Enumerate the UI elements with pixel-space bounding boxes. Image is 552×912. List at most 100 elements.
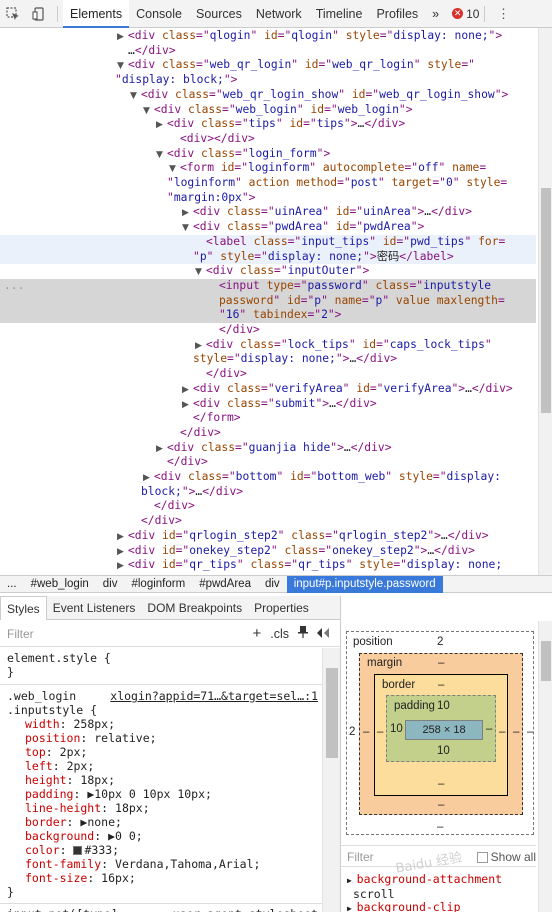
- property-value[interactable]: 2px;: [60, 745, 88, 759]
- computed-scrollbar[interactable]: [538, 621, 552, 912]
- property-name[interactable]: color: [25, 843, 60, 857]
- property-value[interactable]: 258px;: [73, 717, 115, 731]
- collapse-arrow-icon[interactable]: ▶: [195, 339, 206, 354]
- menu-icon[interactable]: ⋮: [490, 0, 516, 28]
- style-property[interactable]: width: 258px;: [25, 717, 115, 731]
- dom-tree-scrollbar[interactable]: [538, 28, 552, 575]
- expand-arrow-icon[interactable]: ▼: [169, 162, 180, 177]
- collapse-arrow-icon[interactable]: ▶: [117, 545, 128, 560]
- dom-node-line[interactable]: ▶ <div id="qrlogin_step2" class="qrlogin_…: [0, 529, 536, 545]
- error-counter[interactable]: ✕ 10: [452, 7, 479, 21]
- property-name[interactable]: border: [25, 815, 67, 829]
- border-top[interactable]: –: [438, 679, 444, 691]
- dom-node-line[interactable]: </div>: [0, 514, 536, 529]
- dom-node-line[interactable]: ▼ <form id="loginform" autocomplete="off"…: [0, 161, 536, 177]
- expand-arrow-icon[interactable]: ▼: [195, 265, 206, 280]
- dom-node-line[interactable]: "display: block;">: [0, 73, 536, 88]
- property-value[interactable]: ▶10px 0 10px 10px;: [87, 787, 212, 801]
- expand-arrow-icon[interactable]: ▶: [347, 904, 357, 912]
- styles-scrollbar[interactable]: [322, 648, 340, 912]
- padding-bottom[interactable]: 10: [437, 745, 450, 757]
- style-property[interactable]: position: relative;: [25, 731, 157, 745]
- padding-right[interactable]: –: [486, 723, 492, 735]
- property-value[interactable]: Verdana,Tahoma,Arial;: [115, 857, 260, 871]
- dom-node-line[interactable]: …</div>: [0, 44, 536, 59]
- style-property[interactable]: top: 2px;: [25, 745, 87, 759]
- border-right[interactable]: –: [499, 726, 505, 738]
- dom-node-line[interactable]: ▼ <div class="inputOuter">: [0, 264, 536, 280]
- breadcrumb-item[interactable]: div: [96, 578, 125, 590]
- dom-node-line[interactable]: </div>: [0, 426, 536, 441]
- expand-arrow-icon[interactable]: ▶: [347, 876, 357, 885]
- dom-node-line[interactable]: ▼ <div class="web_qr_login_show" id="web_…: [0, 88, 536, 104]
- property-name[interactable]: height: [25, 773, 67, 787]
- dom-node-line[interactable]: ▶ <div class="submit">…</div>: [0, 397, 536, 413]
- collapse-arrow-icon[interactable]: ▶: [117, 30, 128, 45]
- border-bottom[interactable]: –: [438, 778, 444, 790]
- dom-node-line[interactable]: ▼ <div class="login_form">: [0, 147, 536, 163]
- expand-arrow-icon[interactable]: ▼: [117, 59, 128, 74]
- breadcrumb-item[interactable]: #pwdArea: [192, 578, 258, 590]
- collapse-arrow-icon[interactable]: ▶: [182, 398, 193, 413]
- property-value[interactable]: 18px;: [115, 801, 150, 815]
- property-name[interactable]: padding: [25, 787, 73, 801]
- collapse-arrow-icon[interactable]: ▶: [182, 383, 193, 398]
- position-top[interactable]: 2: [437, 636, 443, 648]
- margin-left[interactable]: –: [363, 726, 369, 738]
- dom-node-line[interactable]: ▶ <div class="tips" id="tips">…</div>: [0, 117, 536, 133]
- dom-node-line[interactable]: style="display: none;">…</div>: [0, 352, 536, 367]
- dom-node-line[interactable]: "loginform" action method="post" target=…: [0, 176, 536, 191]
- styles-filter-input[interactable]: Filter: [7, 627, 252, 641]
- margin-top[interactable]: –: [438, 657, 444, 669]
- class-toggle-button[interactable]: .cls: [270, 627, 289, 641]
- dom-node-line[interactable]: <label class="input_tips" id="pwd_tips" …: [0, 234, 536, 250]
- more-tabs-button[interactable]: »: [425, 0, 446, 28]
- breadcrumb-item[interactable]: div: [258, 578, 287, 590]
- pin-icon[interactable]: [298, 626, 308, 641]
- computed-property[interactable]: ▶ background-attachment: [347, 872, 502, 888]
- dom-node-line[interactable]: </div>: [0, 323, 536, 338]
- margin-right[interactable]: –: [513, 726, 519, 738]
- style-property[interactable]: background: ▶0 0;: [25, 829, 143, 843]
- dom-node-line[interactable]: ▶ <div class="qlogin" id="qlogin" style="…: [0, 29, 536, 45]
- tab-styles[interactable]: Styles: [0, 595, 47, 620]
- property-name[interactable]: line-height: [25, 801, 101, 815]
- scrollbar-thumb[interactable]: [541, 641, 551, 681]
- checkbox-icon[interactable]: [476, 852, 488, 864]
- color-swatch-icon[interactable]: [73, 846, 83, 855]
- style-property[interactable]: font-family: Verdana,Tahoma,Arial;: [25, 857, 260, 871]
- breadcrumb-item[interactable]: ...: [0, 578, 24, 590]
- dom-node-line[interactable]: ▶ <div class="bottom" id="bottom_web" sty…: [0, 470, 536, 486]
- content-box[interactable]: 258 × 18: [405, 720, 483, 740]
- style-property[interactable]: height: 18px;: [25, 773, 115, 787]
- style-property[interactable]: font-size: 16px;: [25, 871, 136, 885]
- padding-left[interactable]: 10: [390, 723, 403, 735]
- tab-profiles[interactable]: Profiles: [369, 0, 425, 28]
- scrollbar-thumb[interactable]: [326, 668, 338, 758]
- dom-node-line[interactable]: </div>: [0, 455, 536, 470]
- tab-console[interactable]: Console: [129, 0, 189, 28]
- gutter-dots[interactable]: ...: [4, 279, 24, 294]
- collapse-arrow-icon[interactable]: ▶: [156, 118, 167, 133]
- style-property[interactable]: color: #333;: [25, 843, 119, 857]
- toggle-element-state-icon[interactable]: [317, 627, 331, 641]
- selected-dom-node-line[interactable]: <input type="password" class="inputstyle: [0, 278, 536, 294]
- property-name[interactable]: position: [25, 731, 80, 745]
- tab-timeline[interactable]: Timeline: [309, 0, 370, 28]
- property-name[interactable]: font-size: [25, 871, 87, 885]
- position-left[interactable]: 2: [349, 726, 355, 738]
- computed-filter-input[interactable]: Filter: [347, 850, 374, 864]
- property-name[interactable]: font-family: [25, 857, 101, 871]
- property-value[interactable]: 16px;: [101, 871, 136, 885]
- show-all-checkbox[interactable]: Show all: [476, 846, 536, 868]
- computed-property[interactable]: ▶ background-clip: [347, 900, 502, 912]
- expand-arrow-icon[interactable]: ▼: [182, 221, 193, 236]
- dom-node-line[interactable]: ▶ <div class="lock_tips" id="caps_lock_ti…: [0, 338, 536, 354]
- tab-dom-breakpoints[interactable]: DOM Breakpoints: [141, 596, 248, 620]
- inspect-element-icon[interactable]: [0, 0, 26, 28]
- breadcrumb-item[interactable]: input#p.inputstyle.password: [286, 575, 443, 593]
- device-mode-icon[interactable]: [26, 0, 52, 28]
- style-property[interactable]: line-height: 18px;: [25, 801, 150, 815]
- property-name[interactable]: width: [25, 717, 60, 731]
- margin-bottom[interactable]: –: [438, 799, 444, 811]
